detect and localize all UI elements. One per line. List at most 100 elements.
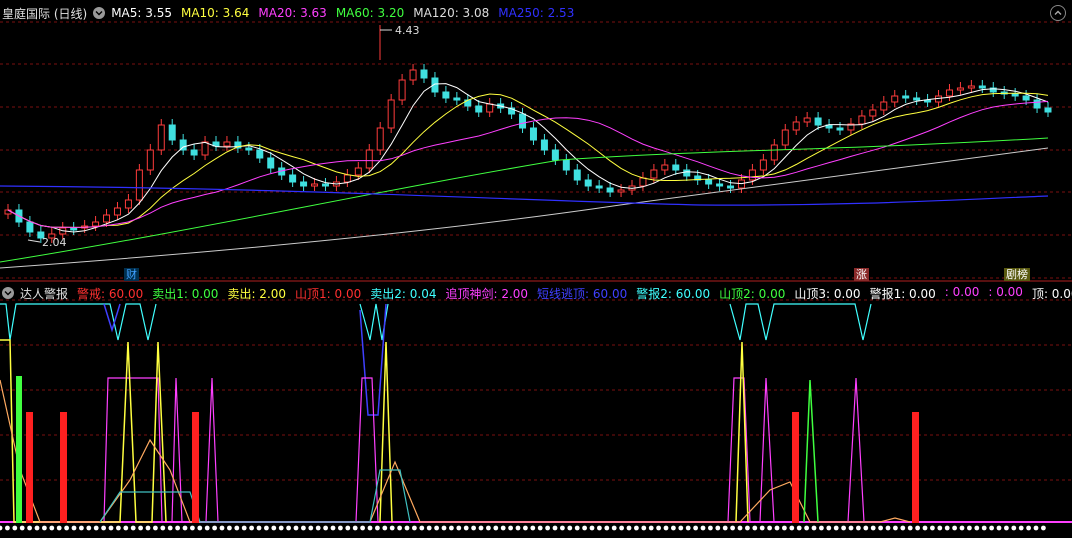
signal-dot: [582, 525, 587, 531]
candle-body: [475, 105, 483, 113]
sell-line: [0, 339, 167, 523]
signal-dot: [352, 525, 358, 531]
signal-dot: [634, 525, 639, 531]
signal-dot: [641, 525, 647, 531]
marker-rise[interactable]: 涨: [854, 268, 869, 281]
candle-body: [245, 147, 253, 151]
candle-body: [26, 221, 34, 233]
signal-dot: [175, 525, 181, 531]
candle-body: [584, 179, 592, 187]
signal-dot: [441, 525, 447, 531]
signal-dot: [759, 525, 765, 531]
candle-body: [190, 149, 198, 156]
high-price-label: 4.43: [395, 24, 420, 37]
signal-dot: [1026, 525, 1031, 531]
signal-dot: [944, 525, 950, 531]
signal-dot: [190, 525, 195, 531]
signal-dot: [56, 525, 62, 531]
signal-dot: [848, 525, 854, 531]
signal-dot: [212, 525, 218, 531]
candle-body: [113, 207, 121, 216]
signal-dot: [249, 525, 255, 531]
ma20-line: [7, 100, 1049, 228]
signal-dot: [449, 525, 454, 531]
signal-dot: [878, 525, 883, 531]
signal-dot: [197, 525, 203, 531]
signal-dot: [478, 525, 484, 531]
candle-body: [354, 167, 362, 176]
chase-line: [205, 377, 219, 523]
signal-dot: [64, 525, 69, 531]
ma5-line: [7, 83, 1049, 233]
signal-dot: [567, 525, 573, 531]
signal-dot: [722, 525, 728, 531]
signal-dot: [93, 525, 99, 531]
candle-body: [135, 169, 143, 201]
signal-dot: [619, 525, 624, 531]
candle-body: [705, 179, 713, 185]
candle-body: [759, 159, 767, 171]
peak2-line: [803, 379, 819, 523]
signal-dot: [42, 525, 47, 531]
candle-body: [267, 157, 275, 169]
candle-body: [814, 117, 822, 126]
signal-dot: [907, 525, 913, 531]
signal-dot: [782, 525, 787, 531]
signal-dot: [1004, 525, 1009, 531]
candle-body: [891, 95, 899, 103]
signal-dot: [182, 525, 188, 531]
signal-dot: [323, 525, 328, 531]
signal-dot: [278, 525, 284, 531]
signal-dot: [219, 525, 225, 531]
chevron-down-icon: [4, 291, 12, 296]
signal-dot: [493, 525, 499, 531]
candle-body: [540, 139, 548, 151]
indicator-name[interactable]: 达人警报: [20, 285, 68, 302]
signal-dot: [915, 525, 920, 531]
signal-dot: [116, 525, 121, 531]
signal-dot: [382, 525, 388, 531]
signal-dot: [937, 525, 943, 531]
indicator-value-5: 追顶神剑: 2.00: [445, 286, 529, 301]
signal-dot: [597, 525, 602, 531]
candle-body: [562, 159, 570, 171]
signal-dot: [893, 525, 898, 531]
candle-body: [146, 149, 154, 171]
candle-body: [376, 127, 384, 151]
warning-bar: [192, 412, 199, 523]
toggle-indicator-button[interactable]: [2, 287, 14, 299]
signal-dot: [434, 525, 439, 531]
candle-body: [803, 117, 811, 123]
candle-body: [321, 183, 329, 187]
candle-body: [157, 124, 165, 151]
marker-finance[interactable]: 财: [124, 268, 139, 281]
signal-dot: [419, 525, 425, 531]
warning-bar: [26, 412, 33, 523]
low-pointer: [27, 239, 41, 243]
candle-body: [869, 109, 877, 117]
candlestick-chart[interactable]: [0, 0, 1072, 538]
signal-dot: [508, 525, 513, 531]
candle-body: [770, 144, 778, 161]
signal-dot: [537, 525, 543, 531]
signal-dot: [811, 525, 817, 531]
signal-dot: [389, 525, 395, 531]
sell2-line: [99, 469, 411, 523]
candle-body: [683, 169, 691, 177]
signal-dot: [271, 525, 277, 531]
marker-ranking[interactable]: 剧榜: [1004, 268, 1030, 281]
candle-body: [124, 199, 132, 209]
candle-body: [956, 87, 964, 91]
signal-dot: [19, 525, 25, 531]
signal-dot: [574, 525, 580, 531]
escape-line: [103, 303, 121, 333]
candle-body: [289, 174, 297, 183]
signal-dot: [589, 525, 595, 531]
signal-dot: [153, 525, 158, 531]
ma250-line: [0, 185, 1049, 206]
signal-dot: [12, 525, 18, 531]
ma10-line: [7, 92, 1049, 228]
sell1-bar: [16, 376, 22, 523]
signal-dot: [1018, 525, 1024, 531]
signal-dot: [241, 525, 247, 531]
